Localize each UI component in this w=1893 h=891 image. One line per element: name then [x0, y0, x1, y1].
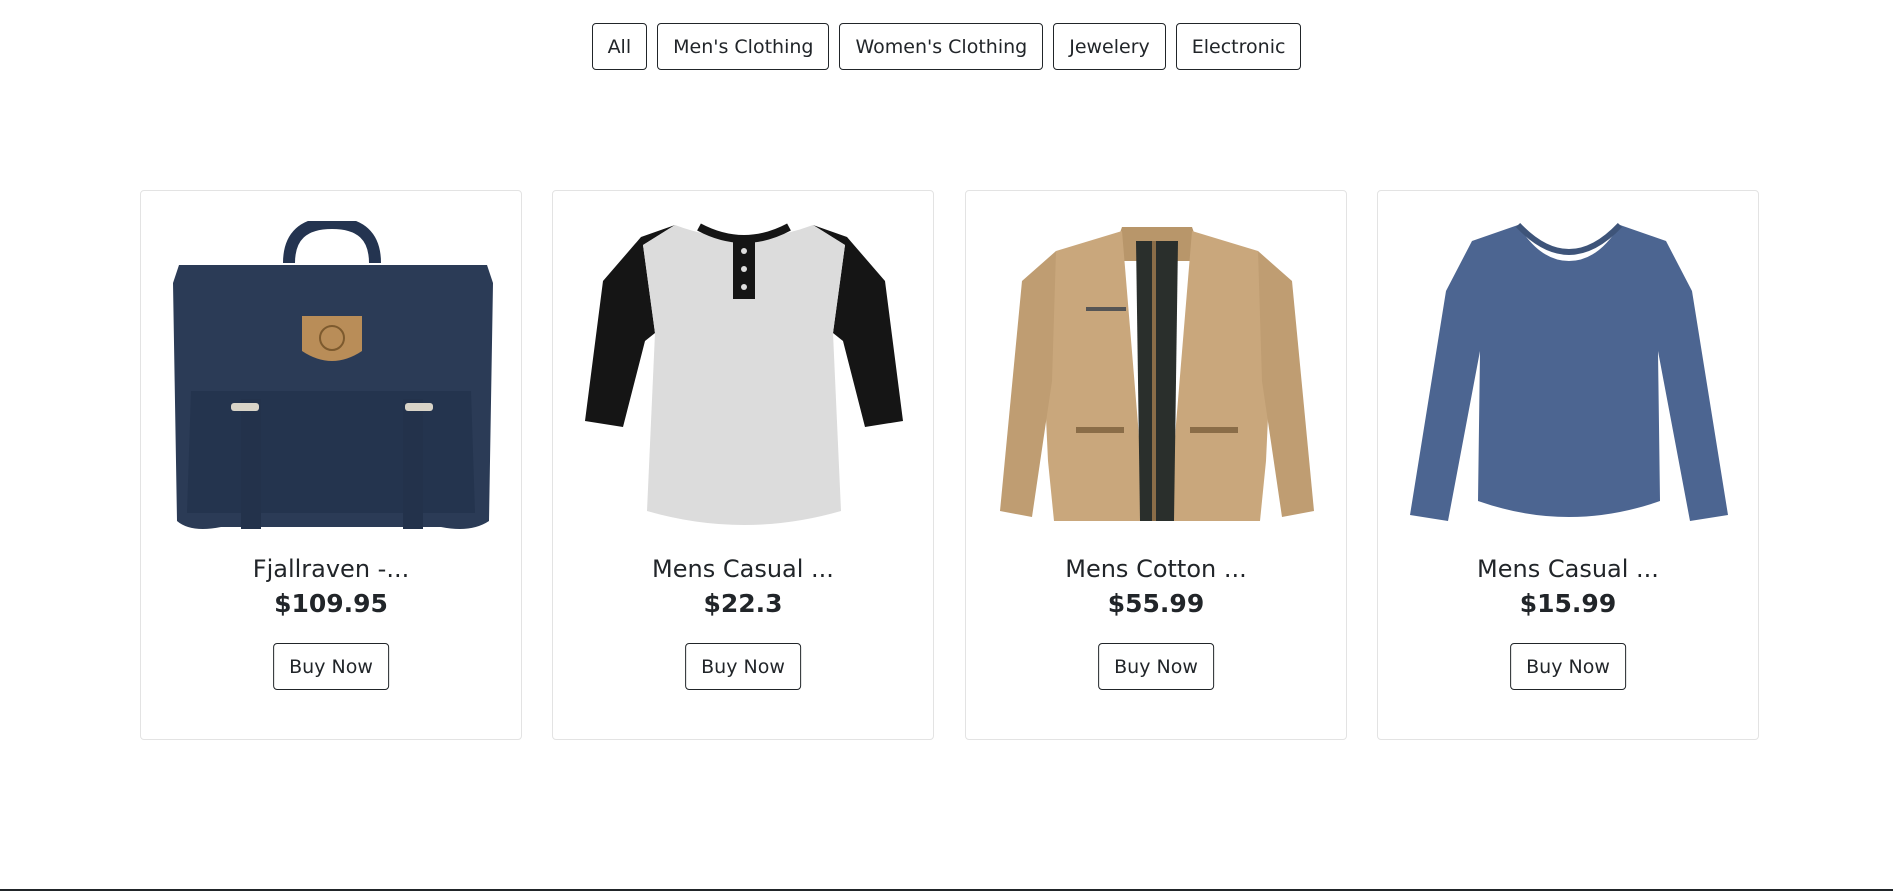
- buy-now-button[interactable]: Buy Now: [1510, 643, 1626, 690]
- product-card: Mens Casual ... $22.3 Buy Now: [552, 190, 934, 740]
- filter-all-button[interactable]: All: [591, 23, 648, 70]
- product-title[interactable]: Mens Casual ...: [553, 555, 933, 583]
- product-image-raglan-shirt[interactable]: [583, 221, 905, 531]
- product-image-cotton-jacket[interactable]: [996, 221, 1318, 531]
- filter-mens-clothing-button[interactable]: Men's Clothing: [657, 23, 830, 70]
- product-price: $22.3: [703, 589, 783, 618]
- cotton-jacket-image: [1000, 227, 1314, 521]
- product-title[interactable]: Mens Cotton ...: [966, 555, 1346, 583]
- product-title[interactable]: Fjallraven -...: [141, 555, 521, 583]
- product-title[interactable]: Mens Casual ...: [1378, 555, 1758, 583]
- filter-womens-clothing-button[interactable]: Women's Clothing: [839, 23, 1044, 70]
- raglan-shirt-image: [585, 223, 903, 525]
- product-card: Mens Casual ... $15.99 Buy Now: [1377, 190, 1759, 740]
- backpack-image: [173, 221, 493, 529]
- buy-now-button[interactable]: Buy Now: [273, 643, 389, 690]
- product-price: $55.99: [1107, 589, 1205, 618]
- product-card: Fjallraven -... $109.95 Buy Now: [140, 190, 522, 740]
- product-price: $15.99: [1519, 589, 1617, 618]
- filter-electronic-button[interactable]: Electronic: [1175, 23, 1302, 70]
- buy-now-button[interactable]: Buy Now: [685, 643, 801, 690]
- filter-jewelery-button[interactable]: Jewelery: [1053, 23, 1166, 70]
- category-filter-bar: All Men's Clothing Women's Clothing Jewe…: [0, 23, 1893, 70]
- product-image-backpack[interactable]: [171, 221, 493, 531]
- product-image-long-sleeve-shirt[interactable]: [1408, 221, 1730, 531]
- long-sleeve-shirt-image: [1410, 222, 1728, 521]
- buy-now-button[interactable]: Buy Now: [1098, 643, 1214, 690]
- product-price: $109.95: [274, 589, 388, 618]
- product-card: Mens Cotton ... $55.99 Buy Now: [965, 190, 1347, 740]
